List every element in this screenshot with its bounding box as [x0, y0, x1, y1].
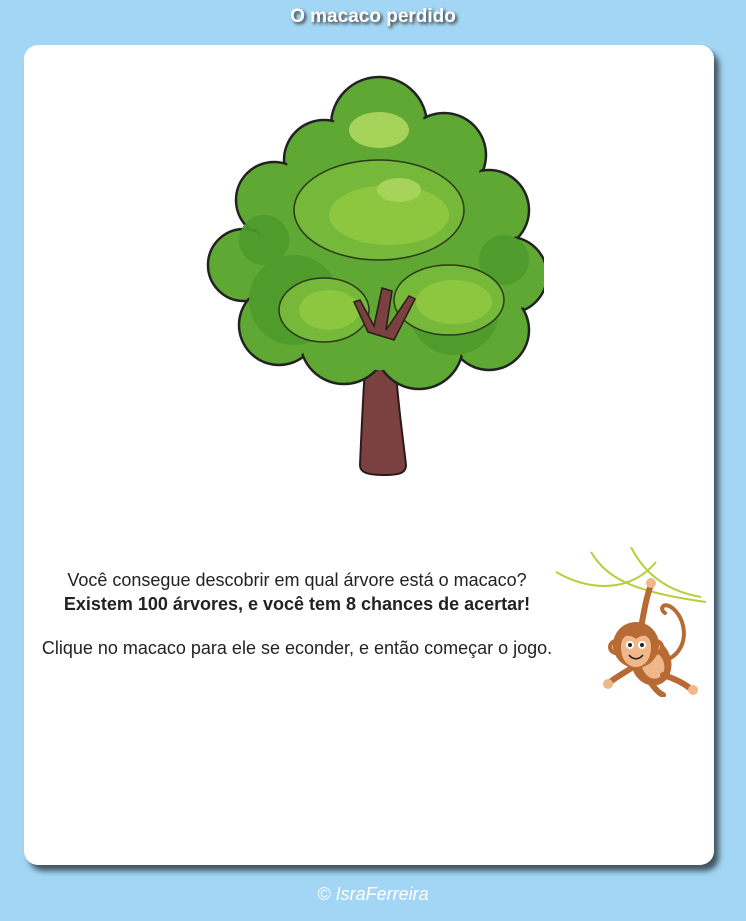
start-instruction: Clique no macaco para ele se econder, e … [41, 638, 553, 658]
intro-question: Você consegue descobrir em qual árvore e… [67, 570, 527, 590]
footer-credit: © IsraFerreira [317, 884, 429, 904]
page-title: O macaco perdido [290, 6, 456, 27]
instructions-text: Você consegue descobrir em qual árvore e… [32, 568, 562, 660]
intro-rules: Existem 100 árvores, e você tem 8 chance… [63, 594, 531, 614]
tree-icon [206, 75, 544, 477]
game-card: Você consegue descobrir em qual árvore e… [24, 45, 714, 865]
monkey-icon[interactable] [551, 547, 706, 697]
